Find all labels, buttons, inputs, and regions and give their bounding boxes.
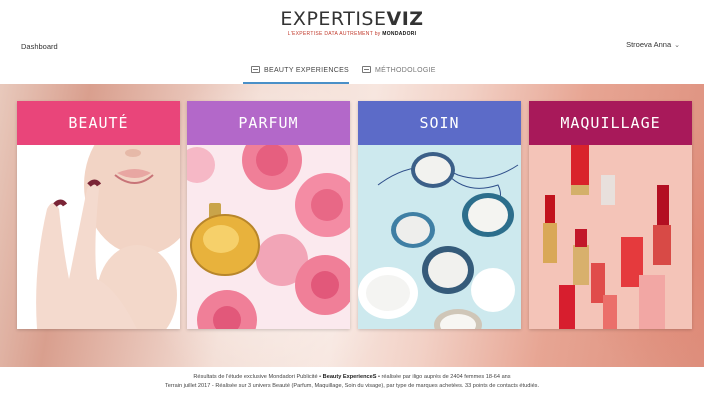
card-header: BEAUTÉ: [17, 101, 180, 145]
card-header: PARFUM: [187, 101, 350, 145]
logo-prefix: EXPERTISE: [280, 8, 387, 30]
logo-tagline-text: L'EXPERTISE DATA AUTREMENT: [287, 31, 373, 37]
footer-study-name: Beauty ExperienceS: [322, 374, 377, 380]
card-beaute[interactable]: BEAUTÉ: [17, 101, 180, 329]
tab-methodologie[interactable]: MÉTHODOLOGIE: [362, 66, 436, 74]
top-bar: EXPERTISEVIZ L'EXPERTISE DATA AUTREMENT …: [0, 0, 704, 62]
card-title: PARFUM: [238, 114, 299, 132]
tab-label: BEAUTY EXPERIENCES: [264, 67, 350, 74]
card-image-face: [17, 145, 180, 329]
tab-beauty-experiences[interactable]: BEAUTY EXPERIENCES: [251, 66, 349, 74]
card-title: SOIN: [419, 114, 460, 132]
card-header: MAQUILLAGE: [529, 101, 692, 145]
card-soin[interactable]: SOIN: [358, 101, 521, 329]
logo-brand: MONDADORI: [382, 31, 417, 37]
logo-tagline: L'EXPERTISE DATA AUTREMENT by MONDADORI: [0, 31, 704, 37]
dashboard-link[interactable]: Dashboard: [21, 42, 58, 51]
hero-banner: BEAUTÉ PARFUM SOIN MAQUILLAGE: [0, 84, 704, 367]
logo-by: by: [374, 31, 381, 37]
card-title: BEAUTÉ: [68, 114, 129, 132]
card-header: SOIN: [358, 101, 521, 145]
footer-line-2: Terrain juillet 2017 - Réalisée sur 3 un…: [164, 383, 540, 389]
footer-line-1: Résultats de l'étude exclusive Mondadori…: [193, 374, 511, 380]
tab-bar: BEAUTY EXPERIENCES MÉTHODOLOGIE: [0, 62, 704, 84]
card-image-perfume: [187, 145, 350, 329]
card-image-lipsticks: [529, 145, 692, 329]
user-menu[interactable]: Stroeva Anna ⌄: [626, 40, 680, 49]
card-parfum[interactable]: PARFUM: [187, 101, 350, 329]
logo[interactable]: EXPERTISEVIZ L'EXPERTISE DATA AUTREMENT …: [0, 9, 704, 37]
chevron-down-icon: ⌄: [674, 42, 680, 49]
tab-label: MÉTHODOLOGIE: [375, 67, 436, 74]
user-name: Stroeva Anna: [626, 40, 672, 49]
footer-note: Résultats de l'étude exclusive Mondadori…: [0, 373, 704, 391]
logo-wordmark: EXPERTISEVIZ: [0, 9, 704, 29]
logo-suffix: VIZ: [386, 8, 424, 30]
card-maquillage[interactable]: MAQUILLAGE: [529, 101, 692, 329]
book-icon: [362, 66, 371, 73]
footer-text: réalisée par iligo auprès de 2404 femmes…: [381, 374, 511, 380]
footer-text: Résultats de l'étude exclusive Mondadori…: [193, 374, 318, 380]
book-icon: [251, 66, 260, 73]
card-title: MAQUILLAGE: [560, 114, 661, 132]
card-image-creams: [358, 145, 521, 329]
